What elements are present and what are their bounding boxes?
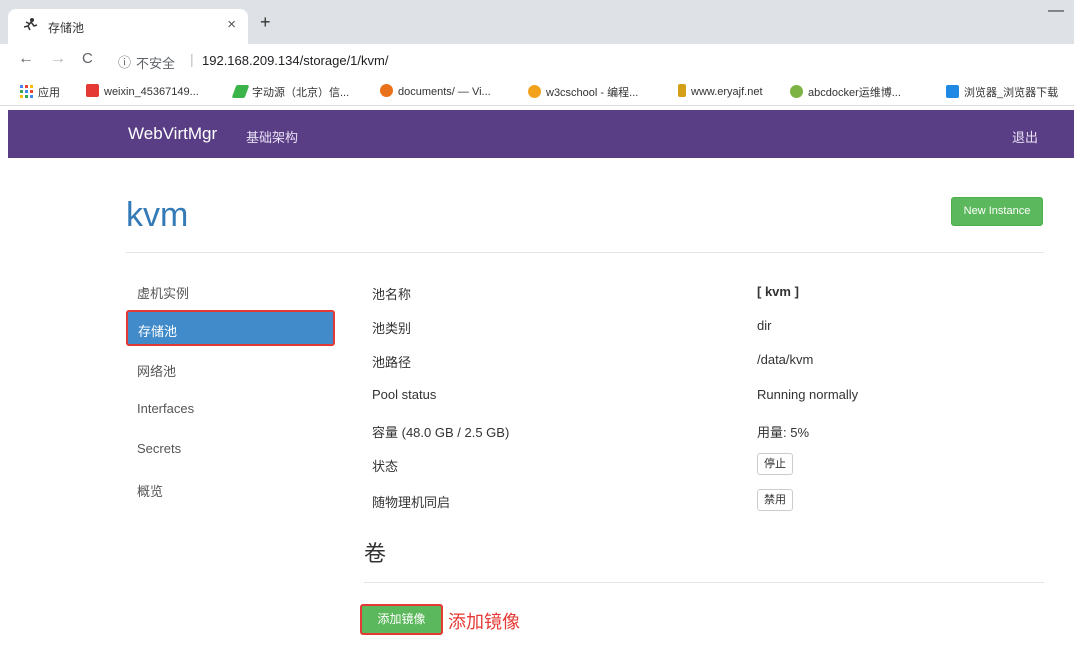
insecure-label: 不安全 <box>136 56 176 71</box>
bookmark-apps[interactable]: 应用 <box>20 84 60 101</box>
header-divider <box>126 252 1044 253</box>
annotation-text: 添加镜像 <box>448 612 520 632</box>
csdn-icon <box>86 84 99 97</box>
abcdocker-icon <box>790 85 803 98</box>
sidebar-item-instances[interactable]: 虚机实例 <box>137 283 189 302</box>
state-label: 状态 <box>372 459 399 474</box>
apps-grid-icon <box>20 85 33 101</box>
bookmark-label: w3cschool - 编程... <box>546 87 639 99</box>
pool-path-label: 池路径 <box>372 355 412 370</box>
runner-favicon-icon <box>22 18 38 35</box>
info-icon[interactable]: ⓘ <box>118 52 131 71</box>
bookmark-label: abcdocker运维博... <box>808 87 901 99</box>
sidebar-item-overview[interactable]: 概览 <box>137 481 163 500</box>
page-title: kvm <box>126 196 189 234</box>
nav-infrastructure-link[interactable]: 基础架构 <box>246 127 298 146</box>
pool-name-label: 池名称 <box>372 287 412 302</box>
bookmark-item[interactable]: w3cschool - 编程... <box>528 84 638 100</box>
back-icon[interactable]: ← <box>18 50 34 68</box>
bookmark-item[interactable]: 字动源（北京）信... <box>231 84 350 100</box>
bookmark-label: 浏览器_浏览器下载 <box>964 87 1059 99</box>
autostart-label: 随物理机同启 <box>372 495 451 510</box>
logout-link[interactable]: 退出 <box>1012 127 1038 146</box>
usage-value: 用量: 5% <box>757 425 810 440</box>
pool-status-label: Pool status <box>372 387 437 402</box>
address-bar[interactable]: ⓘ 不安全 | 192.168.209.134/storage/1/kvm/ <box>110 48 1060 72</box>
sidebar-item-interfaces[interactable]: Interfaces <box>137 401 194 416</box>
pool-name-value: [ kvm ] <box>757 284 799 299</box>
pool-type-label: 池类别 <box>372 321 412 336</box>
w3cschool-icon <box>528 85 541 98</box>
forward-icon[interactable]: → <box>50 50 66 68</box>
disable-autostart-button[interactable]: 禁用 <box>757 489 793 511</box>
bookmark-label: 应用 <box>38 87 60 99</box>
bookmark-label: 字动源（北京）信... <box>252 87 350 99</box>
bookmark-item[interactable]: www.eryajf.net <box>678 84 763 98</box>
tab-title: 存储池 <box>48 21 85 35</box>
bookmark-label: documents/ — Vi... <box>398 86 491 98</box>
sidebar-item-networks[interactable]: 网络池 <box>137 361 176 380</box>
bookmark-item[interactable]: documents/ — Vi... <box>380 84 491 98</box>
bookmark-item[interactable]: 浏览器_浏览器下载 <box>946 84 1058 100</box>
bookmarks-bar: 应用 weixin_45367149... 字动源（北京）信... docume… <box>0 76 1074 106</box>
bookmark-item[interactable]: abcdocker运维博... <box>790 84 901 100</box>
new-tab-button[interactable]: + <box>260 12 271 33</box>
eryajf-icon <box>678 84 686 97</box>
leaf-icon <box>231 85 250 98</box>
globe-icon <box>380 84 393 97</box>
new-instance-button[interactable]: New Instance <box>951 197 1043 226</box>
reload-icon[interactable]: C <box>82 50 93 67</box>
volumes-heading: 卷 <box>364 541 387 566</box>
browser-tab[interactable]: 存储池 × <box>8 9 248 44</box>
pool-path-value: /data/kvm <box>757 352 814 367</box>
minimize-icon[interactable]: — <box>1048 2 1064 20</box>
browser-tabbar: 存储池 × + — <box>0 0 1074 44</box>
sidebar-item-secrets[interactable]: Secrets <box>137 441 181 456</box>
stop-button[interactable]: 停止 <box>757 453 793 475</box>
pool-type-value: dir <box>757 318 772 333</box>
pool-status-value: Running normally <box>757 387 859 402</box>
url-text[interactable]: 192.168.209.134/storage/1/kvm/ <box>202 53 388 68</box>
app-navbar: WebVirtMgr 基础架构 退出 <box>8 110 1074 158</box>
tab-close-icon[interactable]: × <box>227 16 236 33</box>
bookmark-label: weixin_45367149... <box>104 86 199 98</box>
add-image-button[interactable]: 添加镜像 <box>360 604 443 635</box>
browser-download-icon <box>946 85 959 98</box>
bookmark-item[interactable]: weixin_45367149... <box>86 84 199 98</box>
sidebar-item-storage[interactable]: 存储池 <box>126 310 335 346</box>
url-separator: | <box>190 51 194 67</box>
bookmark-label: www.eryajf.net <box>691 86 763 98</box>
browser-toolbar: ← → C ⓘ 不安全 | 192.168.209.134/storage/1/… <box>0 44 1074 76</box>
brand-link[interactable]: WebVirtMgr <box>128 124 217 144</box>
volumes-divider <box>364 582 1044 583</box>
capacity-label: 容量 (48.0 GB / 2.5 GB) <box>372 425 510 440</box>
